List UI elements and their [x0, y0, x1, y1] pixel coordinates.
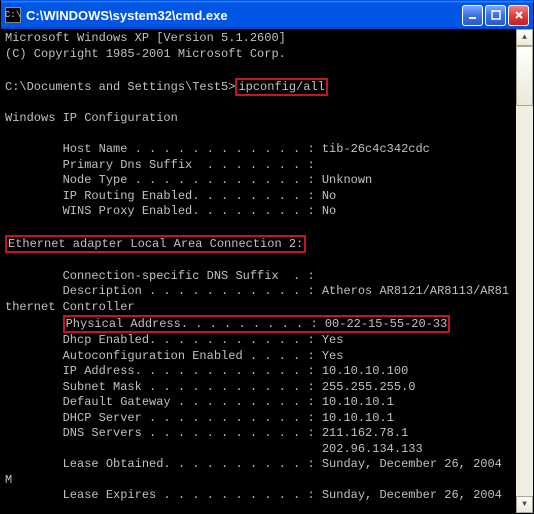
titlebar[interactable]: C:\ C:\WINDOWS\system32\cmd.exe [1, 1, 533, 29]
phys-prefix [5, 317, 63, 331]
adapter-header-highlight: Ethernet adapter Local Area Connection 2… [5, 235, 306, 253]
am-line: M [5, 473, 12, 487]
conn-suffix-line: Connection-specific DNS Suffix . : [5, 269, 315, 283]
description-cont: thernet Controller [5, 300, 135, 314]
scroll-down-button[interactable]: ▼ [516, 496, 533, 513]
scrollbar-thumb[interactable] [516, 46, 533, 106]
cmd-icon: C:\ [5, 7, 21, 23]
lease-expires-line: Lease Expires . . . . . . . . . . : Sund… [5, 488, 502, 502]
scrollbar-track[interactable] [516, 46, 533, 496]
window-controls [462, 5, 533, 26]
terminal-area[interactable]: Microsoft Windows XP [Version 5.1.2600] … [1, 29, 533, 513]
ip-address-line: IP Address. . . . . . . . . . . . : 10.1… [5, 364, 408, 378]
subnet-line: Subnet Mask . . . . . . . . . . . : 255.… [5, 380, 415, 394]
dhcp-enabled-line: Dhcp Enabled. . . . . . . . . . . : Yes [5, 333, 343, 347]
lease-obtained-line: Lease Obtained. . . . . . . . . . : Sund… [5, 457, 502, 471]
autoconf-line: Autoconfiguration Enabled . . . . : Yes [5, 349, 343, 363]
scroll-up-button[interactable]: ▲ [516, 29, 533, 46]
dns-servers-line2: 202.96.134.133 [5, 442, 423, 456]
close-button[interactable] [508, 5, 529, 26]
prompt-path: C:\Documents and Settings\Test5> [5, 80, 235, 94]
arrow-down-icon: ▼ [522, 500, 527, 509]
terminal-output: Microsoft Windows XP [Version 5.1.2600] … [5, 31, 513, 513]
gateway-line: Default Gateway . . . . . . . . . : 10.1… [5, 395, 394, 409]
section-header: Windows IP Configuration [5, 111, 178, 125]
dhcp-server-line: DHCP Server . . . . . . . . . . . : 10.1… [5, 411, 394, 425]
line: (C) Copyright 1985-2001 Microsoft Corp. [5, 47, 286, 61]
ip-routing-line: IP Routing Enabled. . . . . . . . : No [5, 189, 336, 203]
physical-address-highlight: Physical Address. . . . . . . . . : 00-2… [63, 315, 451, 333]
wins-proxy-line: WINS Proxy Enabled. . . . . . . . : No [5, 204, 336, 218]
description-line: Description . . . . . . . . . . . : Athe… [5, 284, 509, 298]
minimize-button[interactable] [462, 5, 483, 26]
arrow-up-icon: ▲ [522, 33, 527, 42]
host-name-line: Host Name . . . . . . . . . . . . : tib-… [5, 142, 430, 156]
maximize-button[interactable] [485, 5, 506, 26]
line: Microsoft Windows XP [Version 5.1.2600] [5, 31, 286, 45]
dns-servers-line: DNS Servers . . . . . . . . . . . : 211.… [5, 426, 408, 440]
node-type-line: Node Type . . . . . . . . . . . . : Unkn… [5, 173, 372, 187]
primary-dns-line: Primary Dns Suffix . . . . . . . : [5, 158, 315, 172]
scrollbar[interactable]: ▲ ▼ [516, 29, 533, 513]
window-title: C:\WINDOWS\system32\cmd.exe [26, 8, 462, 23]
cmd-window: C:\ C:\WINDOWS\system32\cmd.exe Microsof… [0, 0, 534, 514]
command-highlight: ipconfig/all [235, 78, 327, 96]
